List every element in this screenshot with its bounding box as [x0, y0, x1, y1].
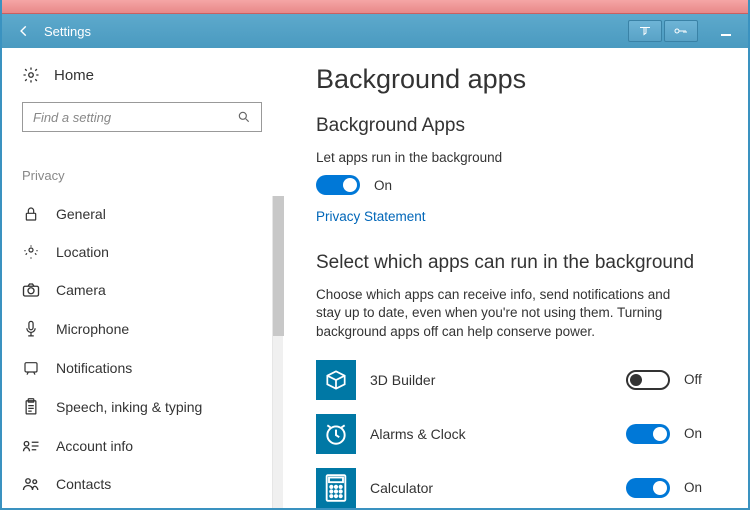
section-title: Background Apps [316, 115, 714, 137]
app-row: Calculator On [316, 465, 714, 508]
clipboard-icon [22, 398, 40, 416]
sidebar-item-notifications[interactable]: Notifications [22, 349, 262, 387]
window-title: Settings [44, 24, 91, 39]
search-input[interactable] [22, 102, 262, 132]
sidebar-item-label: Camera [56, 282, 106, 298]
camera-icon [22, 282, 40, 298]
app-toggle-3dbuilder[interactable] [626, 370, 670, 390]
sidebar-item-label: Contacts [56, 476, 111, 492]
sidebar-item-label: Speech, inking & typing [56, 399, 202, 415]
app-toggle-calculator[interactable] [626, 478, 670, 498]
sidebar-item-microphone[interactable]: Microphone [22, 309, 262, 349]
search-field[interactable] [33, 110, 237, 125]
sidebar-item-speech[interactable]: Speech, inking & typing [22, 387, 262, 427]
gear-icon [22, 66, 40, 84]
app-icon-3dbuilder [316, 360, 356, 400]
home-label: Home [54, 67, 94, 84]
location-icon [22, 244, 40, 260]
master-toggle-state: On [374, 178, 392, 193]
sidebar-item-label: Location [56, 244, 109, 260]
sidebar-item-location[interactable]: Location [22, 233, 262, 271]
app-toggle-alarms[interactable] [626, 424, 670, 444]
account-icon [22, 439, 40, 453]
contacts-icon [22, 476, 40, 492]
home-nav[interactable]: Home [22, 66, 262, 84]
sidebar-item-camera[interactable]: Camera [22, 271, 262, 309]
app-label: Calculator [370, 480, 626, 496]
page-title: Background apps [316, 64, 714, 95]
app-row: Alarms & Clock On [316, 411, 714, 457]
app-label: 3D Builder [370, 372, 626, 388]
notifications-icon [22, 360, 40, 376]
titlebar-button-filter[interactable] [628, 20, 662, 42]
sidebar-item-account[interactable]: Account info [22, 427, 262, 465]
master-toggle-desc: Let apps run in the background [316, 149, 696, 167]
app-label: Alarms & Clock [370, 426, 626, 442]
section-heading: Privacy [22, 168, 262, 183]
sidebar-item-label: Microphone [56, 321, 129, 337]
apps-section-desc: Choose which apps can receive info, send… [316, 286, 696, 341]
sidebar-item-label: Notifications [56, 360, 132, 376]
titlebar: Settings [2, 14, 748, 48]
sidebar: Home Privacy General Location Camera [2, 48, 282, 508]
lock-icon [22, 206, 40, 222]
titlebar-button-key[interactable] [664, 20, 698, 42]
master-toggle[interactable] [316, 175, 360, 195]
sidebar-item-contacts[interactable]: Contacts [22, 465, 262, 503]
sidebar-item-label: Account info [56, 438, 133, 454]
privacy-statement-link[interactable]: Privacy Statement [316, 209, 426, 224]
app-toggle-state: On [684, 426, 714, 441]
app-icon-alarms [316, 414, 356, 454]
sidebar-item-label: General [56, 206, 106, 222]
microphone-icon [22, 320, 40, 338]
app-icon-calculator [316, 468, 356, 508]
sidebar-item-general[interactable]: General [22, 195, 262, 233]
app-toggle-state: On [684, 480, 714, 495]
apps-section-title: Select which apps can run in the backgro… [316, 252, 714, 274]
search-icon [237, 110, 251, 124]
main-panel: Background apps Background Apps Let apps… [282, 48, 748, 508]
back-button[interactable] [10, 20, 38, 42]
external-tab-strip [2, 0, 748, 14]
app-toggle-state: Off [684, 372, 714, 387]
app-row: 3D Builder Off [316, 357, 714, 403]
minimize-button[interactable] [712, 21, 740, 41]
